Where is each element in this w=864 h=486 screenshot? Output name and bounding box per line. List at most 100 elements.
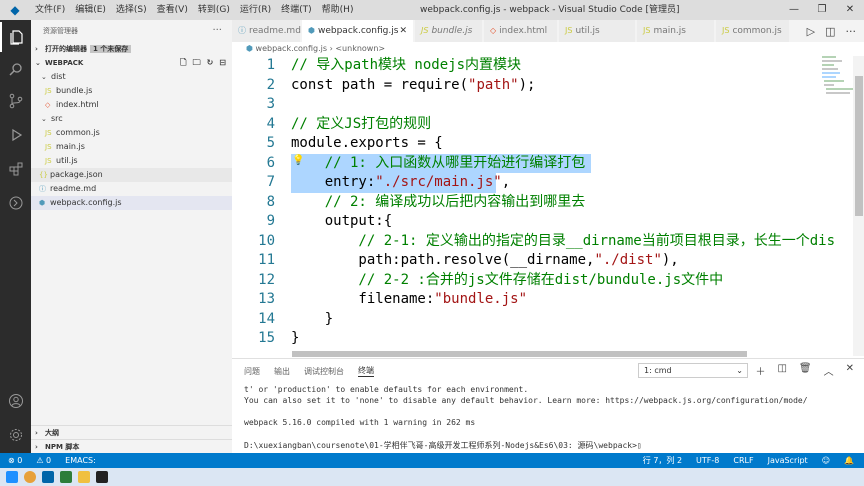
tree-item-readme-md[interactable]: ⓘ readme.md — [31, 182, 232, 196]
tree-item-package-json[interactable]: {} package.json — [31, 168, 232, 182]
tab-common-js[interactable]: JS common.js — [716, 20, 790, 42]
refresh-icon[interactable]: ↻ — [207, 56, 214, 70]
tab-debug-console[interactable]: 调试控制台 — [304, 366, 344, 377]
close-window-button[interactable]: ✕ — [836, 0, 864, 20]
code-line[interactable]: 2 const path = require("path"); — [232, 76, 852, 96]
tab-output[interactable]: 输出 — [274, 366, 290, 377]
terminal-prompt[interactable]: D:\xuexiangban\coursenote\01-学相伴飞哥-高级开发工… — [244, 440, 642, 451]
lightbulb-icon[interactable]: 💡 — [292, 155, 304, 166]
remote-icon[interactable] — [0, 188, 31, 218]
encoding[interactable]: UTF-8 — [696, 453, 719, 468]
line-ending[interactable]: CRLF — [733, 453, 753, 468]
minimap[interactable] — [822, 56, 854, 116]
explorer-icon[interactable] — [0, 22, 31, 52]
tree-item-main-js[interactable]: JS main.js — [31, 140, 232, 154]
tree-item-index-html[interactable]: ◇ index.html — [31, 98, 232, 112]
menu-selection[interactable]: 选择(S) — [111, 0, 152, 20]
new-file-icon[interactable]: 🗋 — [180, 56, 186, 70]
scroll-thumb[interactable] — [855, 76, 863, 216]
more-actions-icon[interactable]: ··· — [212, 20, 222, 42]
horizontal-scrollbar[interactable] — [232, 351, 852, 357]
npm-scripts-section[interactable]: › NPM 脚本 — [31, 439, 232, 453]
menu-terminal[interactable]: 终端(T) — [276, 0, 317, 20]
code-line[interactable]: 14 } — [232, 310, 852, 330]
kill-terminal-icon[interactable]: 🗑 — [799, 363, 812, 378]
code-line[interactable]: 3 — [232, 95, 852, 115]
close-tab-icon[interactable]: ✕ — [399, 20, 407, 42]
maximize-panel-icon[interactable]: ︿ — [824, 363, 834, 378]
code-line[interactable]: 13 filename:"bundle.js" — [232, 290, 852, 310]
search-icon[interactable] — [0, 54, 31, 84]
code-line[interactable]: 6 // 1: 入口函数从哪里开始进行编译打包 — [232, 154, 852, 174]
menu-run[interactable]: 运行(R) — [235, 0, 276, 20]
code-line[interactable]: 9 output:{ — [232, 212, 852, 232]
run-debug-icon[interactable] — [0, 120, 31, 150]
code-line[interactable]: 4 // 定义JS打包的规则 — [232, 115, 852, 135]
run-icon[interactable]: ▷ — [807, 25, 815, 38]
menu-file[interactable]: 文件(F) — [30, 0, 70, 20]
code-line[interactable]: 11 path:path.resolve(__dirname,"./dist")… — [232, 251, 852, 271]
language-mode[interactable]: JavaScript — [768, 453, 808, 468]
collapse-all-icon[interactable]: ⊟ — [219, 56, 226, 70]
tab-terminal[interactable]: 终端 — [358, 365, 374, 377]
code-line[interactable]: 8 // 2: 编译成功以后把内容输出到哪里去 — [232, 193, 852, 213]
code-editor[interactable]: 1 // 导入path模块 nodejs内置模块 2 const path = req… — [232, 56, 852, 356]
split-editor-icon[interactable]: ◫ — [825, 25, 835, 38]
js-file-icon: JS — [45, 87, 52, 95]
tree-item-util-js[interactable]: JS util.js — [31, 154, 232, 168]
tab-problems[interactable]: 问题 — [244, 366, 260, 377]
more-actions-icon[interactable]: ··· — [846, 25, 857, 38]
tree-item-src[interactable]: ⌄ src — [31, 112, 232, 126]
code-line[interactable]: 12 // 2-2 :合并的js文件存储在dist/bundule.js文件中 — [232, 271, 852, 291]
tab-util-js[interactable]: JS util.js — [559, 20, 636, 42]
tab-main-js[interactable]: JS main.js — [637, 20, 715, 42]
tab-readme-md[interactable]: ⓘ readme.md — [232, 20, 301, 42]
tab-webpack-config-js[interactable]: ⬢ webpack.config.js ✕ — [302, 20, 414, 42]
code-line[interactable]: 7 entry:"./src/main.js", — [232, 173, 852, 193]
code-line[interactable]: 15} — [232, 329, 852, 349]
open-editors-section[interactable]: › 打开的编辑器 1 个未保存 — [31, 42, 232, 56]
windows-start-icon[interactable] — [6, 471, 18, 483]
tab-bundle-js[interactable]: JS bundle.js — [415, 20, 483, 42]
folder-icon[interactable] — [78, 471, 90, 483]
account-icon[interactable] — [0, 386, 31, 416]
app-icon[interactable] — [60, 471, 72, 483]
new-folder-icon[interactable]: 🗀 — [193, 56, 201, 70]
cursor-position[interactable]: 行 7，列 2 — [643, 453, 682, 468]
chrome-icon[interactable] — [24, 471, 36, 483]
tree-item-bundle-js[interactable]: JS bundle.js — [31, 84, 232, 98]
workspace-section[interactable]: ⌄ WEBPACK 🗋 🗀 ↻ ⊟ — [31, 56, 232, 70]
menu-go[interactable]: 转到(G) — [193, 0, 235, 20]
code-line[interactable]: 5 module.exports = { — [232, 134, 852, 154]
code-line[interactable]: 1 // 导入path模块 nodejs内置模块 — [232, 56, 852, 76]
terminal-select[interactable]: 1: cmd ⌄ — [638, 363, 748, 378]
source-control-icon[interactable] — [0, 86, 31, 116]
split-terminal-icon[interactable]: ◫ — [777, 363, 786, 378]
menu-help[interactable]: 帮助(H) — [317, 0, 359, 20]
code-line[interactable]: 10 // 2-1: 定义输出的指定的目录__dirname当前项目根目录，长生… — [232, 232, 852, 252]
vscode-taskbar-icon[interactable] — [42, 471, 54, 483]
settings-gear-icon[interactable] — [0, 420, 31, 450]
errors-count[interactable]: ⊗ 0 — [8, 453, 22, 468]
menu-view[interactable]: 查看(V) — [152, 0, 193, 20]
restore-button[interactable]: ❐ — [808, 0, 836, 20]
close-panel-icon[interactable]: ✕ — [846, 363, 854, 378]
new-terminal-icon[interactable]: ＋ — [755, 363, 765, 378]
tree-item-dist[interactable]: ⌄ dist — [31, 70, 232, 84]
minimize-button[interactable]: — — [780, 0, 808, 20]
vertical-scrollbar[interactable] — [853, 56, 864, 356]
tree-item-common-js[interactable]: JS common.js — [31, 126, 232, 140]
menu-edit[interactable]: 编辑(E) — [70, 0, 111, 20]
outline-section[interactable]: › 大纲 — [31, 425, 232, 439]
terminal-icon[interactable] — [96, 471, 108, 483]
tree-item-webpack-config-js[interactable]: ⬢ webpack.config.js — [31, 196, 232, 210]
breadcrumb-file[interactable]: webpack.config.js — [256, 44, 328, 53]
code-token: module.exports = { — [291, 135, 443, 151]
scroll-thumb[interactable] — [292, 351, 747, 357]
notifications-icon[interactable]: 🔔 — [844, 453, 854, 468]
breadcrumb-symbol[interactable]: <unknown> — [335, 44, 385, 53]
warnings-count[interactable]: ⚠ 0 — [36, 453, 51, 468]
feedback-icon[interactable]: ☺ — [822, 453, 830, 468]
tab-index-html[interactable]: ◇ index.html — [484, 20, 558, 42]
extensions-icon[interactable] — [0, 154, 31, 184]
